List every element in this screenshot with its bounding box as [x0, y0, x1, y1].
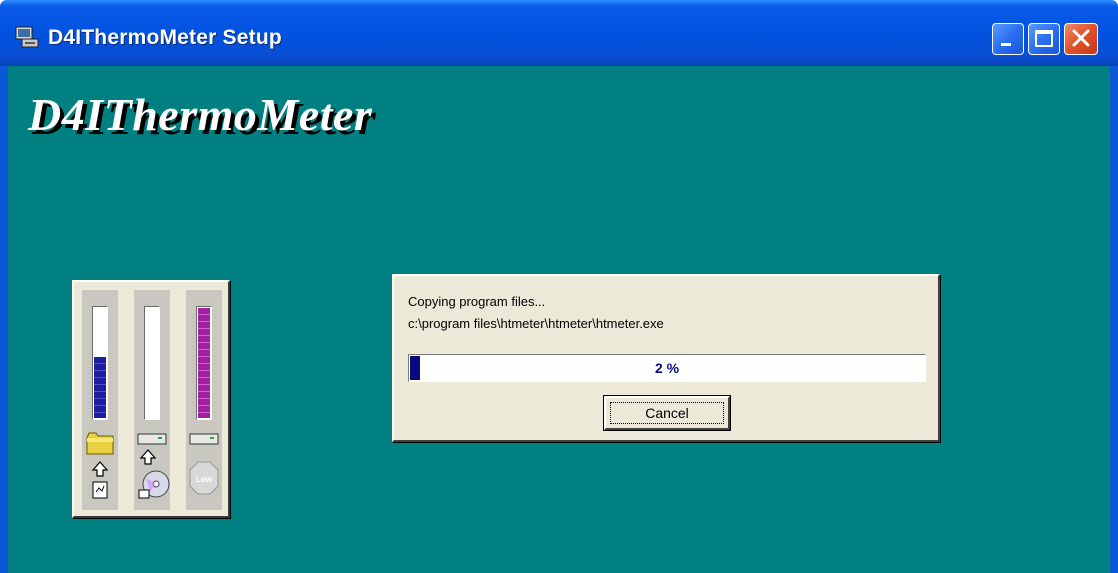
folder-arrow-file-icon: [86, 432, 114, 499]
meter-column-source: [134, 290, 170, 510]
file-path: c:\program files\htmeter\htmeter\htmeter…: [408, 316, 664, 331]
progress-label: 2 %: [654, 360, 680, 376]
meter-bar-source: [144, 306, 160, 420]
minimize-icon: [1001, 43, 1011, 46]
resource-meters-panel: Low: [72, 280, 230, 518]
drive-low-icon: Low: [189, 433, 219, 495]
cancel-button[interactable]: Cancel: [603, 395, 731, 431]
title-bar[interactable]: D4IThermoMeter Setup: [0, 0, 1118, 66]
drive-arrow-cd-icon: [137, 433, 170, 499]
installer-background: D4IThermoMeter Low Copying program files…: [8, 66, 1110, 573]
status-text: Copying program files...: [408, 294, 546, 309]
meter-fill-disk: [94, 357, 106, 418]
low-label: Low: [196, 475, 213, 484]
window-title: D4IThermoMeter Setup: [48, 26, 282, 49]
cancel-label: Cancel: [645, 405, 689, 421]
setup-window: D4IThermoMeter Setup D4IThermoMeter Low …: [0, 0, 1118, 573]
maximize-button[interactable]: [1028, 23, 1060, 55]
progress-bar: 2 %: [408, 354, 926, 382]
minimize-button[interactable]: [992, 23, 1024, 55]
product-banner: D4IThermoMeter: [28, 89, 373, 140]
setup-computer-icon: [15, 26, 39, 48]
meter-fill-memory: [198, 308, 210, 418]
close-icon: [1072, 29, 1090, 47]
meter-column-disk: [82, 290, 118, 510]
progress-dialog: Copying program files... c:\program file…: [392, 274, 940, 442]
meter-column-memory: Low: [186, 290, 222, 510]
maximize-icon: [1035, 30, 1053, 47]
meter-bar-disk: [92, 306, 108, 420]
meter-bar-memory: [196, 306, 212, 420]
close-button[interactable]: [1064, 23, 1098, 55]
